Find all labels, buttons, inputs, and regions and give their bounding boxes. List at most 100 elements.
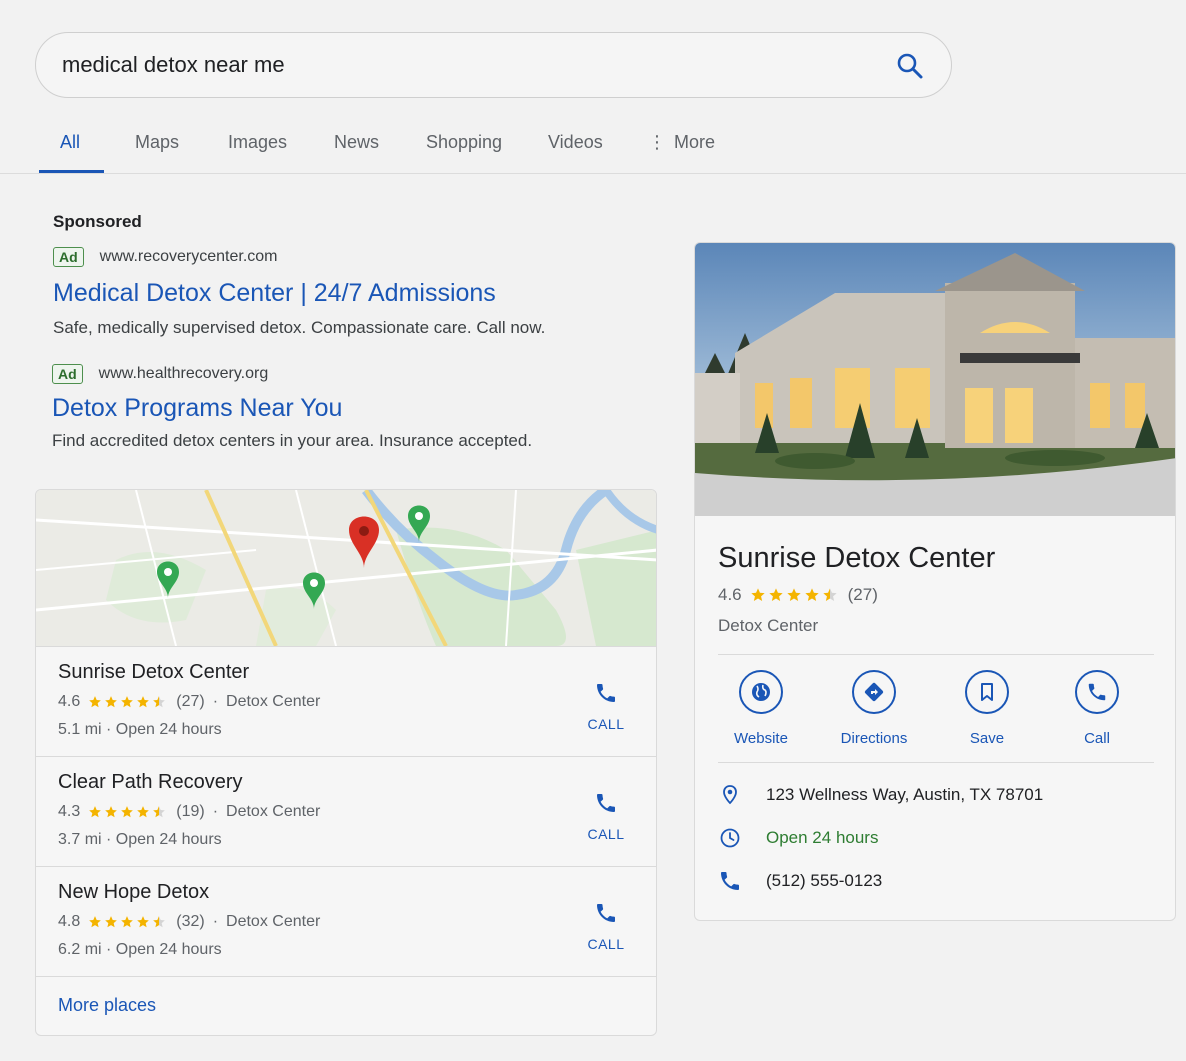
ad-url[interactable]: www.recoverycenter.com <box>100 248 278 266</box>
star-icon <box>105 916 118 928</box>
rating-value: 4.6 <box>58 693 81 710</box>
local-result[interactable]: Clear Path Recovery 4.3 (19) · Detox Cen… <box>36 756 656 865</box>
globe-icon <box>752 683 770 701</box>
address-row: 123 Wellness Way, Austin, TX 78701 <box>718 783 1043 807</box>
place-meta: 6.2 mi · Open 24 hours <box>58 941 222 958</box>
knowledge-panel: Sunrise Detox Center 4.6 (27) Detox Cent… <box>694 242 1176 921</box>
more-places-link[interactable]: More places <box>58 995 156 1016</box>
star-icon <box>137 916 150 928</box>
star-icon <box>89 806 102 818</box>
star-icon <box>105 806 118 818</box>
star-icon <box>137 696 150 708</box>
star-icon <box>153 696 166 708</box>
place-name[interactable]: New Hope Detox <box>58 881 209 904</box>
ad-result: Ad www.healthrecovery.org Detox Programs… <box>52 364 532 451</box>
ad-title-link[interactable]: Detox Programs Near You <box>52 394 532 423</box>
website-label: Website <box>734 730 788 747</box>
phone-icon <box>597 794 615 812</box>
website-button[interactable]: Website <box>706 670 816 747</box>
star-icon <box>822 588 837 601</box>
place-name[interactable]: Sunrise Detox Center <box>58 661 249 684</box>
hours-text: Open 24 hours <box>766 828 879 847</box>
place-meta: 3.7 mi · Open 24 hours <box>58 831 222 848</box>
ad-badge: Ad <box>53 247 84 267</box>
review-count: (27) <box>176 693 205 710</box>
call-button[interactable]: CALL <box>586 791 626 842</box>
tab-news[interactable]: News <box>334 132 379 153</box>
map[interactable] <box>36 490 657 646</box>
call-label: CALL <box>587 826 625 842</box>
business-category: Detox Center <box>718 616 819 635</box>
star-rating <box>88 915 168 929</box>
directions-button[interactable]: Directions <box>819 670 929 747</box>
search-tabs: All Maps Images News Shopping Videos ⋮ Mo… <box>0 118 1186 174</box>
call-label: Call <box>1084 730 1110 747</box>
phone-icon <box>721 872 739 890</box>
directions-label: Directions <box>840 730 908 747</box>
star-icon <box>137 806 150 818</box>
search-icon[interactable] <box>895 51 925 81</box>
star-icon <box>786 588 801 601</box>
rating-value: 4.3 <box>58 803 81 820</box>
call-button[interactable]: Call <box>1042 670 1152 747</box>
place-meta: 5.1 mi · Open 24 hours <box>58 721 222 738</box>
review-count[interactable]: (27) <box>848 585 878 605</box>
star-rating <box>88 695 168 709</box>
local-result[interactable]: Sunrise Detox Center 4.6 (27) · Detox Ce… <box>36 646 656 755</box>
phone-icon <box>597 904 615 922</box>
bookmark-icon <box>981 683 993 701</box>
active-tab-indicator <box>39 170 104 173</box>
star-icon <box>750 588 765 601</box>
search-input[interactable]: medical detox near me <box>62 52 285 78</box>
review-count: (19) <box>176 803 205 820</box>
star-icon <box>804 588 819 601</box>
place-category: Detox Center <box>226 803 321 820</box>
phone-icon <box>597 684 615 702</box>
star-icon <box>121 916 134 928</box>
rating-value: 4.6 <box>718 585 742 604</box>
more-places-row: More places <box>36 976 656 1035</box>
address-text[interactable]: 123 Wellness Way, Austin, TX 78701 <box>766 785 1043 805</box>
hours-row: Open 24 hours <box>718 826 878 850</box>
place-name[interactable]: Clear Path Recovery <box>58 771 243 794</box>
star-icon <box>121 806 134 818</box>
phone-row: (512) 555-0123 <box>718 869 882 893</box>
ad-url[interactable]: www.healthrecovery.org <box>99 365 269 383</box>
call-button[interactable]: CALL <box>586 681 626 732</box>
phone-text[interactable]: (512) 555-0123 <box>766 871 882 891</box>
rating-value: 4.8 <box>58 913 81 930</box>
business-photo[interactable] <box>695 243 1176 516</box>
place-rating: 4.6 (27) · Detox Center <box>58 693 321 710</box>
ad-description: Safe, medically supervised detox. Compas… <box>53 318 546 337</box>
tab-shopping[interactable]: Shopping <box>426 132 502 153</box>
business-title: Sunrise Detox Center <box>718 542 996 574</box>
divider <box>718 762 1154 763</box>
star-icon <box>153 916 166 928</box>
ad-badge: Ad <box>52 364 83 384</box>
place-category: Detox Center <box>226 913 321 930</box>
ad-title-link[interactable]: Medical Detox Center | 24/7 Admissions <box>53 279 545 308</box>
star-icon <box>121 696 134 708</box>
place-rating: 4.3 (19) · Detox Center <box>58 803 321 820</box>
local-pack: Sunrise Detox Center 4.6 (27) · Detox Ce… <box>35 489 657 1036</box>
ad-description: Find accredited detox centers in your ar… <box>52 431 533 450</box>
search-bar[interactable]: medical detox near me <box>35 32 952 98</box>
star-icon <box>89 916 102 928</box>
tab-more-label: More <box>674 132 716 152</box>
tab-more[interactable]: ⋮ More <box>648 132 715 153</box>
tab-maps[interactable]: Maps <box>135 132 179 153</box>
clock-icon <box>720 828 740 848</box>
call-button[interactable]: CALL <box>586 901 626 952</box>
save-button[interactable]: Save <box>932 670 1042 747</box>
save-label: Save <box>969 730 1005 747</box>
local-result[interactable]: New Hope Detox 4.8 (32) · Detox Center 6… <box>36 866 656 975</box>
tab-all[interactable]: All <box>60 132 80 153</box>
star-icon <box>153 806 166 818</box>
tab-images[interactable]: Images <box>228 132 287 153</box>
sponsored-label: Sponsored <box>53 212 142 231</box>
star-icon <box>768 588 783 601</box>
star-rating <box>750 587 840 603</box>
call-label: CALL <box>587 716 625 732</box>
tab-videos[interactable]: Videos <box>548 132 603 153</box>
star-rating <box>88 805 168 819</box>
